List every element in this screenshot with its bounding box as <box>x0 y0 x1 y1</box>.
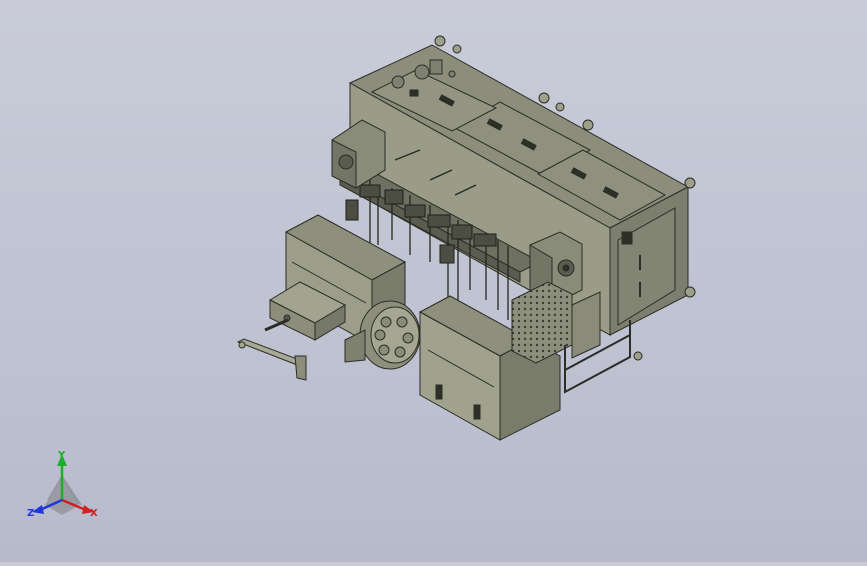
cad-model-view[interactable]: Y X Z <box>0 0 867 562</box>
triad-y-label: Y <box>57 450 66 461</box>
graphics-viewport[interactable]: Y X Z <box>0 0 867 562</box>
coordinate-triad: Y X Z <box>27 450 98 519</box>
triad-z-label: Z <box>27 508 34 519</box>
perforated-plate <box>511 281 573 364</box>
triad-x-label: X <box>90 508 98 519</box>
